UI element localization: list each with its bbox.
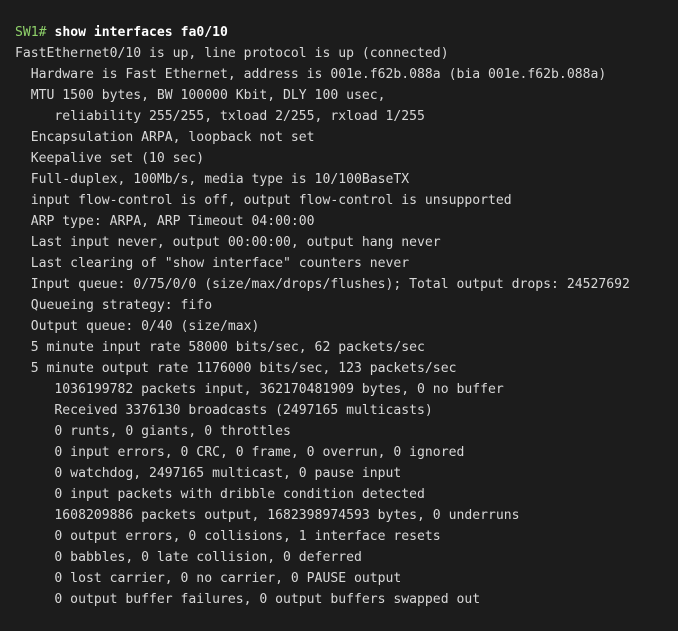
command-output: FastEthernet0/10 is up, line protocol is…: [15, 43, 678, 610]
output-line: ARP type: ARPA, ARP Timeout 04:00:00: [15, 214, 315, 229]
output-line: 1608209886 packets output, 1682398974593…: [15, 508, 520, 523]
output-line: 0 output buffer failures, 0 output buffe…: [15, 592, 481, 607]
output-line: MTU 1500 bytes, BW 100000 Kbit, DLY 100 …: [15, 88, 386, 103]
output-line: Input queue: 0/75/0/0 (size/max/drops/fl…: [15, 277, 630, 292]
output-line: Last input never, output 00:00:00, outpu…: [15, 235, 441, 250]
output-line: 0 runts, 0 giants, 0 throttles: [15, 424, 291, 439]
command-line: SW1# show interfaces fa0/10: [15, 22, 678, 43]
output-line: FastEthernet0/10 is up, line protocol is…: [15, 46, 449, 61]
output-line: 0 output errors, 0 collisions, 1 interfa…: [15, 529, 441, 544]
output-line: reliability 255/255, txload 2/255, rxloa…: [15, 109, 425, 124]
output-line: Queueing strategy: fifo: [15, 298, 213, 313]
output-line: input flow-control is off, output flow-c…: [15, 193, 512, 208]
output-line: 0 watchdog, 2497165 multicast, 0 pause i…: [15, 466, 402, 481]
output-line: 0 input packets with dribble condition d…: [15, 487, 425, 502]
prompt: SW1#: [15, 25, 47, 40]
terminal-window[interactable]: SW1# show interfaces fa0/10 FastEthernet…: [0, 0, 678, 631]
output-line: Hardware is Fast Ethernet, address is 00…: [15, 67, 607, 82]
output-line: 1036199782 packets input, 362170481909 b…: [15, 382, 504, 397]
output-line: Output queue: 0/40 (size/max): [15, 319, 260, 334]
output-line: 0 input errors, 0 CRC, 0 frame, 0 overru…: [15, 445, 465, 460]
output-line: 0 babbles, 0 late collision, 0 deferred: [15, 550, 362, 565]
output-line: Encapsulation ARPA, loopback not set: [15, 130, 315, 145]
output-line: 5 minute output rate 1176000 bits/sec, 1…: [15, 361, 457, 376]
output-line: 5 minute input rate 58000 bits/sec, 62 p…: [15, 340, 425, 355]
command-text: show interfaces fa0/10: [54, 25, 228, 40]
output-line: 0 lost carrier, 0 no carrier, 0 PAUSE ou…: [15, 571, 402, 586]
output-line: Full-duplex, 100Mb/s, media type is 10/1…: [15, 172, 410, 187]
output-line: Keepalive set (10 sec): [15, 151, 205, 166]
output-line: Received 3376130 broadcasts (2497165 mul…: [15, 403, 433, 418]
output-line: Last clearing of "show interface" counte…: [15, 256, 410, 271]
